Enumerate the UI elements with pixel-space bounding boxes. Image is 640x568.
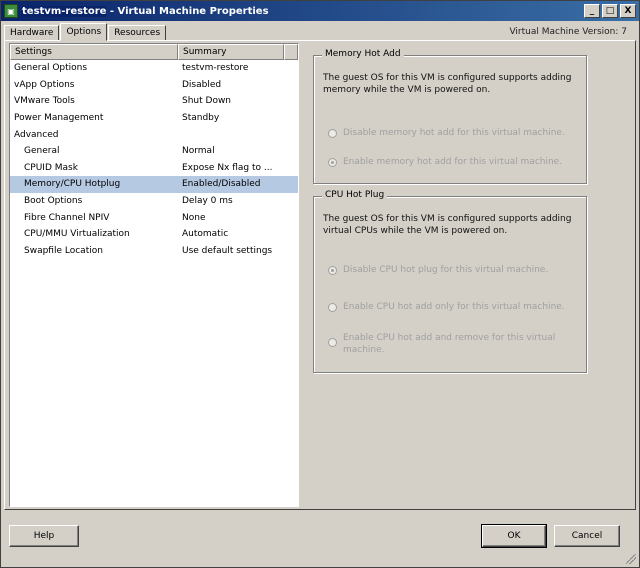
maximize-button[interactable]: □ [602,4,618,18]
memory-hot-add-group: Memory Hot Add The guest OS for this VM … [313,49,587,184]
column-header-summary[interactable]: Summary [178,44,284,60]
setting-summary: None [182,212,206,223]
vm-version-label: Virtual Machine Version: 7 [509,27,627,37]
option-label: Enable CPU hot add and remove for this v… [343,333,556,355]
setting-summary: Normal [182,146,215,157]
column-header-filler [284,44,298,60]
setting-name: Boot Options [24,196,83,207]
list-item[interactable]: vApp Options Disabled [10,77,298,94]
setting-name: CPU/MMU Virtualization [24,229,130,240]
setting-name: Memory/CPU Hotplug [10,179,178,190]
tab-resources[interactable]: Resources [108,25,167,41]
list-item[interactable]: General Options testvm-restore [10,60,298,77]
setting-summary: Use default settings [182,245,273,256]
setting-summary: Expose Nx flag to ... [182,162,273,173]
list-item[interactable]: CPUID Mask Expose Nx flag to ... [10,160,298,177]
list-item[interactable]: General Normal [10,143,298,160]
setting-name: Fibre Channel NPIV [24,212,110,223]
radio-selected-icon [328,158,337,167]
cpu-hot-add-only-option[interactable]: Enable CPU hot add only for this virtual… [328,301,568,313]
cpu-hot-plug-title: CPU Hot Plug [322,190,388,200]
ok-button[interactable]: OK [481,524,547,548]
options-panel: Settings Summary General Options testvm-r… [4,40,636,510]
setting-summary: Enabled/Disabled [178,179,278,190]
list-item[interactable]: VMware Tools Shut Down [10,93,298,110]
setting-name: Power Management [14,113,104,124]
title-bar[interactable]: ▣ testvm-restore - Virtual Machine Prope… [1,1,639,21]
list-item[interactable]: Power Management Standby [10,110,298,127]
memory-hot-add-disable-option[interactable]: Disable memory hot add for this virtual … [328,127,568,139]
option-label: Disable memory hot add for this virtual … [343,128,565,138]
cpu-hot-plug-description: The guest OS for this VM is configured s… [323,214,572,236]
setting-name: General Options [14,63,88,74]
window-title: testvm-restore - Virtual Machine Propert… [22,5,584,17]
vm-icon: ▣ [4,4,18,18]
window-title-vm-name: testvm-restore [22,5,107,17]
option-label: Disable CPU hot plug for this virtual ma… [343,265,549,275]
setting-name: Swapfile Location [24,245,103,256]
window-title-suffix: - Virtual Machine Properties [106,5,269,17]
list-item[interactable]: Fibre Channel NPIV None [10,209,298,226]
column-header-settings[interactable]: Settings [10,44,178,60]
setting-name: vApp Options [14,79,75,90]
tab-hardware[interactable]: Hardware [4,25,60,41]
setting-summary: Standby [182,113,220,124]
cancel-button[interactable]: Cancel [554,525,620,547]
option-label: Enable CPU hot add only for this virtual… [343,302,565,312]
setting-summary: Shut Down [182,96,232,107]
radio-unselected-icon [328,129,337,138]
list-item-selected[interactable]: Memory/CPU Hotplug Enabled/Disabled [10,176,298,193]
setting-summary: Disabled [182,79,222,90]
setting-summary: testvm-restore [182,63,249,74]
tab-strip: Hardware Options Resources [4,23,167,41]
memory-hot-add-description: The guest OS for this VM is configured s… [323,73,572,95]
tab-options[interactable]: Options [60,23,108,41]
minimize-button[interactable]: _ [584,4,600,18]
setting-summary: Automatic [182,229,229,240]
settings-list: Settings Summary General Options testvm-r… [9,43,299,507]
list-group-header[interactable]: Advanced [10,126,298,143]
setting-summary: Delay 0 ms [182,196,233,207]
resize-grip-icon[interactable] [626,554,636,564]
memory-hot-add-title: Memory Hot Add [322,49,404,59]
list-item[interactable]: CPU/MMU Virtualization Automatic [10,226,298,243]
setting-name: VMware Tools [14,96,75,107]
cpu-hot-plug-group: CPU Hot Plug The guest OS for this VM is… [313,190,587,373]
radio-unselected-icon [328,303,337,312]
close-button[interactable]: X [620,4,636,18]
option-label: Enable memory hot add for this virtual m… [343,157,563,167]
list-item[interactable]: Boot Options Delay 0 ms [10,193,298,210]
help-button[interactable]: Help [9,525,79,547]
list-item[interactable]: Swapfile Location Use default settings [10,243,298,260]
radio-unselected-icon [328,338,337,347]
setting-name: General [24,146,60,157]
memory-hot-add-enable-option[interactable]: Enable memory hot add for this virtual m… [328,156,568,168]
setting-name: CPUID Mask [24,162,78,173]
radio-selected-icon [328,266,337,275]
setting-name: Advanced [14,129,59,140]
cpu-hot-add-remove-option[interactable]: Enable CPU hot add and remove for this v… [328,332,558,356]
cpu-hot-plug-disable-option[interactable]: Disable CPU hot plug for this virtual ma… [328,264,568,276]
list-header: Settings Summary [10,44,298,60]
vm-properties-window: ▣ testvm-restore - Virtual Machine Prope… [0,0,640,568]
